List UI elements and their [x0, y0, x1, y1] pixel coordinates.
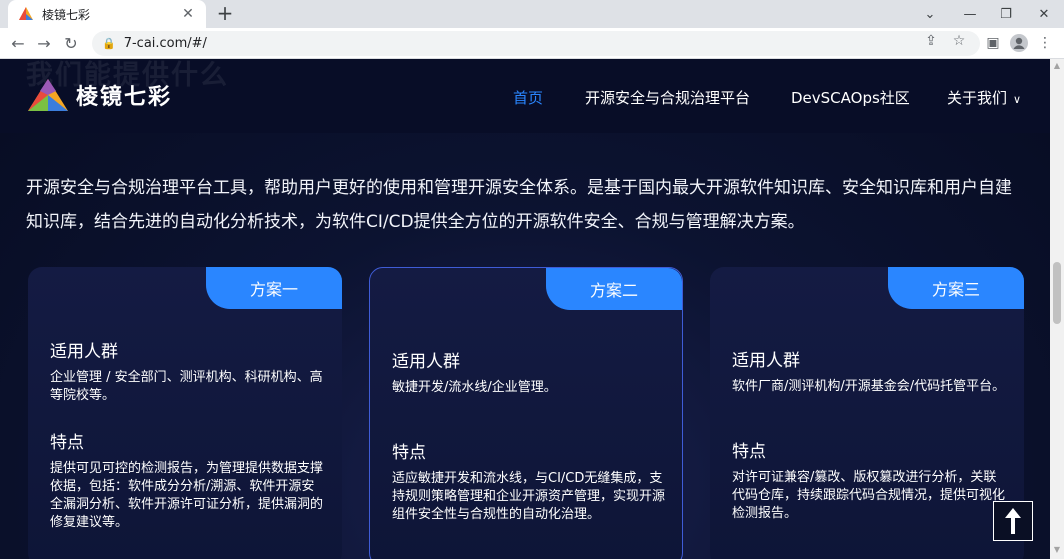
- nav-platform[interactable]: 开源安全与合规治理平台: [585, 87, 750, 108]
- reload-icon[interactable]: ↻: [60, 32, 82, 54]
- audience-text: 企业管理 / 安全部门、测评机构、科研机构、高等院校等。: [50, 370, 323, 403]
- audience-title: 适用人群: [50, 342, 118, 362]
- nav-home[interactable]: 首页: [513, 87, 543, 108]
- bookmark-star-icon[interactable]: ☆: [950, 32, 968, 50]
- card-badge: 方案一: [206, 267, 342, 309]
- omnibox[interactable]: 🔒 7-cai.com/#/: [92, 31, 980, 56]
- chevron-down-icon: ∨: [1013, 93, 1022, 106]
- page-scrollbar[interactable]: ▲ ▼: [1050, 59, 1064, 559]
- browser-tab[interactable]: 棱镜七彩 ✕: [8, 0, 206, 28]
- restore-icon[interactable]: ❐: [988, 0, 1024, 28]
- address-bar: ← → ↻ 🔒 7-cai.com/#/ ⇪ ☆ ▣ ⋮: [0, 28, 1064, 59]
- feature-text: 对许可证兼容/篡改、版权篡改进行分析，关联代码仓库，持续跟踪代码合规情况，提供可…: [732, 470, 1006, 521]
- window-close-icon[interactable]: ✕: [1026, 0, 1062, 28]
- tab-close-icon[interactable]: ✕: [180, 6, 196, 22]
- browser-tab-bar: 棱镜七彩 ✕ + ⌄ — ❐ ✕: [0, 0, 1064, 28]
- solution-card-2[interactable]: 方案二 适用人群 敏捷开发/流水线/企业管理。 特点 适应敏捷开发和流水线，与C…: [369, 267, 683, 559]
- scrollbar-thumb[interactable]: [1053, 262, 1061, 324]
- site-header: 我们能提供什么 棱镜七彩 首页 开源安全与合规治理平台 DevSCAOps社区 …: [0, 59, 1050, 133]
- tab-search-icon[interactable]: ⌄: [912, 0, 948, 28]
- prism-logo-icon: [28, 79, 68, 111]
- site-logo[interactable]: 棱镜七彩: [26, 77, 172, 113]
- audience-text: 软件厂商/测评机构/开源基金会/代码托管平台。: [732, 379, 1006, 394]
- intro-text: 开源安全与合规治理平台工具，帮助用户更好的使用和管理开源安全体系。是基于国内最大…: [26, 178, 1012, 232]
- tab-title: 棱镜七彩: [42, 7, 91, 22]
- nav-about[interactable]: 关于我们 ∨: [947, 87, 1021, 108]
- audience-title: 适用人群: [392, 352, 460, 372]
- nav-community[interactable]: DevSCAOps社区: [791, 87, 910, 108]
- new-tab-icon[interactable]: +: [214, 3, 236, 25]
- share-icon[interactable]: ⇪: [922, 32, 940, 50]
- minimize-icon[interactable]: —: [952, 0, 988, 28]
- side-panel-icon[interactable]: ▣: [982, 32, 1004, 54]
- url-text: 7-cai.com/#/: [123, 36, 207, 51]
- feature-title: 特点: [50, 433, 84, 453]
- profile-avatar-icon[interactable]: [1008, 32, 1030, 54]
- scroll-up-icon[interactable]: ▲: [1050, 61, 1064, 71]
- page-viewport: 我们能提供什么 棱镜七彩 首页 开源安全与合规治理平台 DevSCAOps社区 …: [0, 59, 1050, 559]
- forward-icon[interactable]: →: [33, 32, 55, 54]
- back-to-top-button[interactable]: [993, 501, 1033, 541]
- card-badge: 方案三: [888, 267, 1024, 309]
- feature-title: 特点: [732, 442, 766, 462]
- lock-icon[interactable]: 🔒: [102, 37, 116, 50]
- logo-text: 棱镜七彩: [76, 85, 173, 110]
- card-badge: 方案二: [546, 268, 682, 310]
- nav-about-label: 关于我们: [947, 89, 1008, 107]
- back-icon[interactable]: ←: [7, 32, 29, 54]
- solution-card-3[interactable]: 方案三 适用人群 软件厂商/测评机构/开源基金会/代码托管平台。 特点 对许可证…: [710, 267, 1024, 559]
- arrow-up-icon: [1005, 508, 1021, 534]
- feature-text: 适应敏捷开发和流水线，与CI/CD无缝集成，支持规则策略管理和企业开源资产管理，…: [392, 471, 666, 522]
- browser-menu-icon[interactable]: ⋮: [1034, 32, 1056, 54]
- solution-card-1[interactable]: 方案一 适用人群 企业管理 / 安全部门、测评机构、科研机构、高等院校等。 特点…: [28, 267, 342, 559]
- site-favicon-icon: [19, 7, 33, 20]
- feature-text: 提供可见可控的检测报告，为管理提供数据支撑依据，包括：软件成分分析/溯源、软件开…: [50, 461, 324, 530]
- scroll-down-icon[interactable]: ▼: [1050, 545, 1064, 555]
- audience-title: 适用人群: [732, 351, 800, 371]
- audience-text: 敏捷开发/流水线/企业管理。: [392, 380, 557, 395]
- feature-title: 特点: [392, 443, 426, 463]
